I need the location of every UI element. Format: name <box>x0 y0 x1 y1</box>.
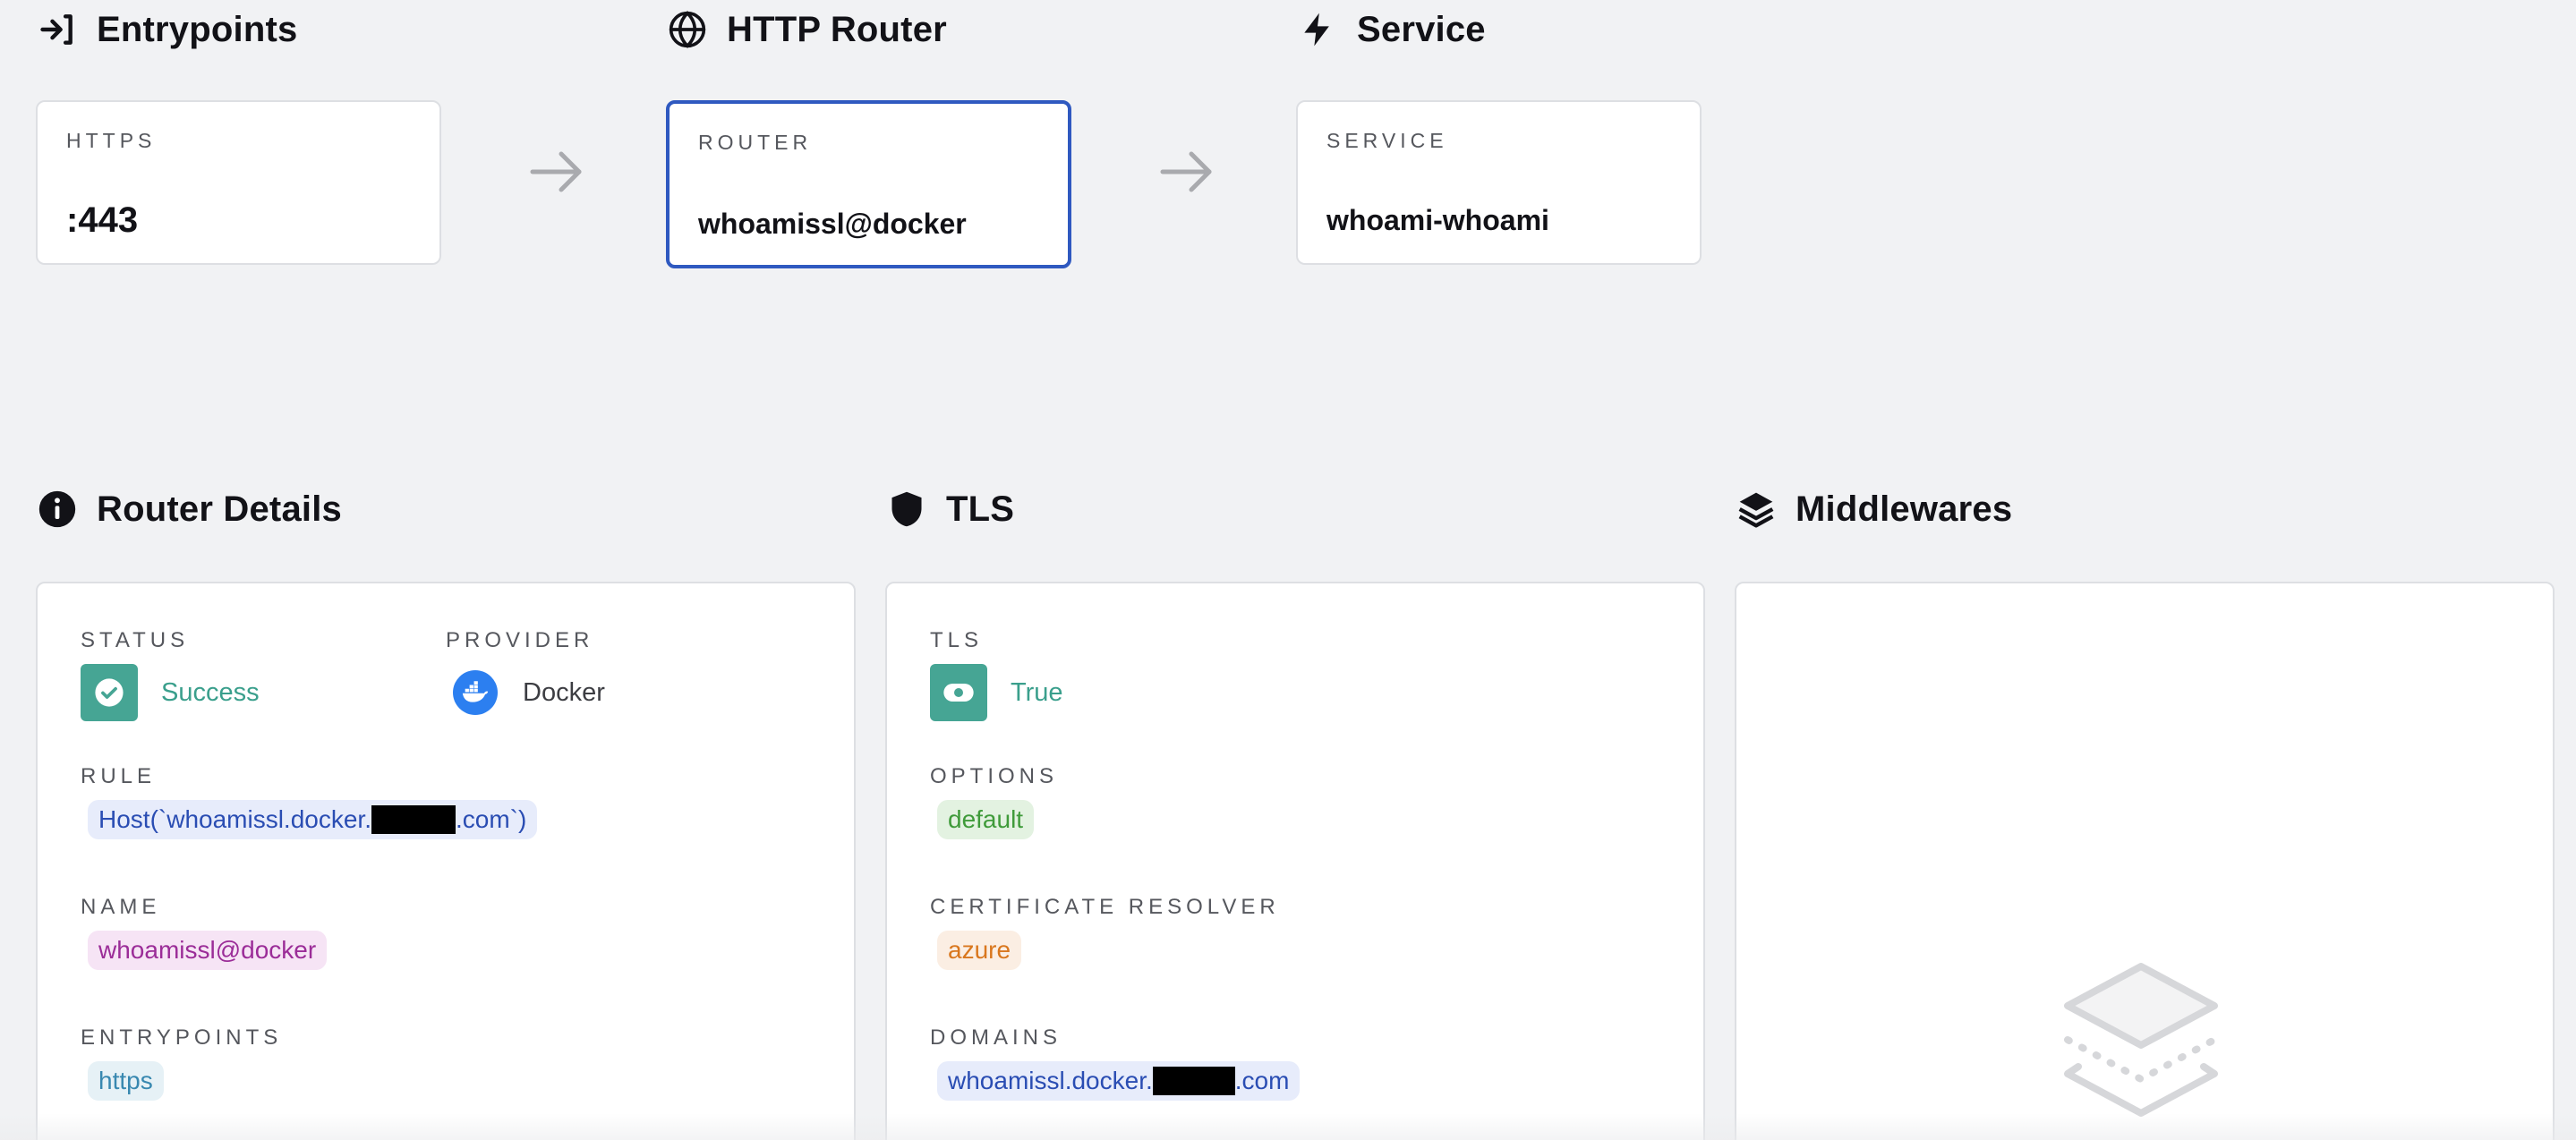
service-heading: Service <box>1298 9 1486 50</box>
rule-chip: Host(`whoamissl.docker. .com`) <box>88 800 538 839</box>
middlewares-title: Middlewares <box>1796 489 2013 529</box>
entrypoints-title: Entrypoints <box>97 9 298 49</box>
domain-text-prefix: whoamissl.docker. <box>948 1067 1153 1094</box>
redaction-box <box>1152 1067 1235 1095</box>
domain-chip: whoamissl.docker. .com <box>937 1061 1301 1101</box>
arrow-right-icon <box>1159 149 1215 194</box>
service-card[interactable]: SERVICE whoami-whoami <box>1296 100 1702 265</box>
router-details-title: Router Details <box>97 489 342 529</box>
entrypoint-caption: HTTPS <box>66 129 157 152</box>
service-value: whoami-whoami <box>1326 204 1549 236</box>
name-label: NAME <box>81 895 161 919</box>
router-caption: ROUTER <box>698 131 813 154</box>
rule-text-suffix: .com`) <box>455 805 527 833</box>
layers-icon <box>1736 489 1776 529</box>
rule-label: RULE <box>81 764 157 788</box>
status-label: STATUS <box>81 628 190 652</box>
middlewares-panel <box>1735 582 2555 1140</box>
info-icon <box>38 489 77 529</box>
globe-icon <box>668 10 707 49</box>
domain-text-suffix: .com <box>1234 1067 1290 1094</box>
router-details-panel: STATUS Success PROVIDER Docker RULE Host… <box>36 582 856 1140</box>
tls-heading: TLS <box>887 489 1014 530</box>
domains-label: DOMAINS <box>930 1025 1062 1050</box>
lightning-bolt-icon <box>1298 10 1337 49</box>
login-arrow-icon <box>38 10 77 49</box>
redaction-box <box>371 805 456 834</box>
certificate-resolver-label: CERTIFICATE RESOLVER <box>930 895 1280 919</box>
entrypoints-heading: Entrypoints <box>38 9 297 50</box>
http-router-heading: HTTP Router <box>668 9 947 50</box>
entrypoints-chip: https <box>88 1061 164 1101</box>
options-chip: default <box>937 800 1035 839</box>
http-router-title: HTTP Router <box>727 9 947 49</box>
name-chip: whoamissl@docker <box>88 931 328 970</box>
entrypoint-value: :443 <box>66 200 139 240</box>
provider-value: Docker <box>446 670 605 715</box>
toggle-icon <box>930 664 987 721</box>
empty-layers-icon <box>2060 959 2222 1138</box>
entrypoints-label: ENTRYPOINTS <box>81 1025 283 1050</box>
router-details-heading: Router Details <box>38 489 342 530</box>
certificate-resolver-chip: azure <box>937 931 1022 970</box>
provider-label: PROVIDER <box>446 628 594 652</box>
check-circle-icon <box>81 664 138 721</box>
service-title: Service <box>1357 9 1486 49</box>
status-value: Success <box>81 664 260 721</box>
tls-panel: TLS True OPTIONS default CERTIFICATE RES… <box>885 582 1705 1140</box>
docker-icon <box>453 670 498 715</box>
tls-title: TLS <box>946 489 1015 529</box>
status-text: Success <box>161 677 260 707</box>
shield-icon <box>887 489 926 529</box>
service-caption: SERVICE <box>1326 129 1448 152</box>
router-card[interactable]: ROUTER whoamissl@docker <box>666 100 1071 268</box>
arrow-right-icon <box>529 149 584 194</box>
entrypoint-card[interactable]: HTTPS :443 <box>36 100 441 265</box>
rule-text-prefix: Host(`whoamissl.docker. <box>98 805 371 833</box>
tls-text: True <box>1011 677 1063 707</box>
middlewares-heading: Middlewares <box>1736 489 2012 530</box>
options-label: OPTIONS <box>930 764 1059 788</box>
tls-label: TLS <box>930 628 984 652</box>
tls-value: True <box>930 664 1063 721</box>
provider-text: Docker <box>523 677 605 707</box>
router-value: whoamissl@docker <box>698 208 967 240</box>
